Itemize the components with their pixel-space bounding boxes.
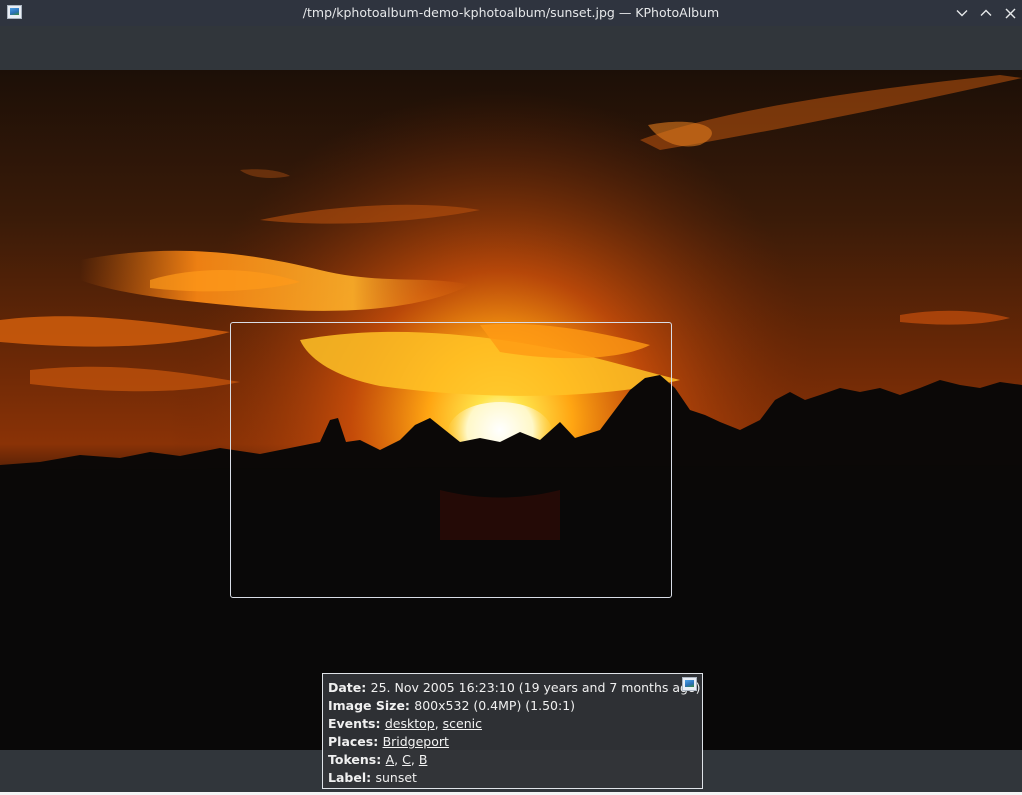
info-places-row: Places: Bridgeport	[328, 733, 698, 751]
separator: ,	[394, 752, 403, 767]
top-panel	[0, 26, 1022, 70]
close-button[interactable]	[1000, 3, 1020, 23]
minimize-button[interactable]	[952, 3, 972, 23]
chevron-up-icon	[980, 9, 992, 16]
separator: ,	[434, 716, 443, 731]
info-tokens-row: Tokens: A, C, B	[328, 751, 698, 769]
token-link-a[interactable]: A	[386, 752, 395, 767]
info-label-label: Label:	[328, 770, 376, 785]
info-places-label: Places:	[328, 734, 383, 749]
info-size-label: Image Size:	[328, 698, 415, 713]
separator: ,	[410, 752, 419, 767]
close-icon	[1005, 8, 1015, 18]
place-link-bridgeport[interactable]: Bridgeport	[383, 734, 449, 749]
info-events-row: Events: desktop, scenic	[328, 715, 698, 733]
info-date-value: 25. Nov 2005 16:23:10 (19 years and 7 mo…	[370, 680, 701, 695]
info-size-value: 800x532 (0.4MP) (1.50:1)	[414, 698, 576, 713]
info-date-row: Date: 25. Nov 2005 16:23:10 (19 years an…	[328, 679, 701, 697]
info-size-row: Image Size: 800x532 (0.4MP) (1.50:1)	[328, 697, 698, 715]
info-tokens-label: Tokens:	[328, 752, 386, 767]
chevron-down-icon	[956, 10, 968, 17]
photo-viewer[interactable]	[0, 70, 1022, 750]
selection-rectangle[interactable]	[230, 322, 672, 598]
info-label-value: sunset	[375, 770, 417, 785]
token-link-c[interactable]: C	[402, 752, 411, 767]
kphotoalbum-viewer-window: /tmp/kphotoalbum-demo-kphotoalbum/sunset…	[0, 0, 1022, 795]
info-events-label: Events:	[328, 716, 385, 731]
token-link-b[interactable]: B	[419, 752, 428, 767]
image-info-box[interactable]: Date: 25. Nov 2005 16:23:10 (19 years an…	[322, 673, 703, 789]
maximize-button[interactable]	[976, 3, 996, 23]
title-bar[interactable]: /tmp/kphotoalbum-demo-kphotoalbum/sunset…	[0, 0, 1022, 26]
info-box-toggle-icon[interactable]	[682, 677, 697, 691]
info-label-row: Label: sunset	[328, 769, 698, 787]
window-title: /tmp/kphotoalbum-demo-kphotoalbum/sunset…	[302, 5, 720, 20]
event-link-scenic[interactable]: scenic	[443, 716, 482, 731]
event-link-desktop[interactable]: desktop	[385, 716, 435, 731]
info-date-label: Date:	[328, 680, 371, 695]
